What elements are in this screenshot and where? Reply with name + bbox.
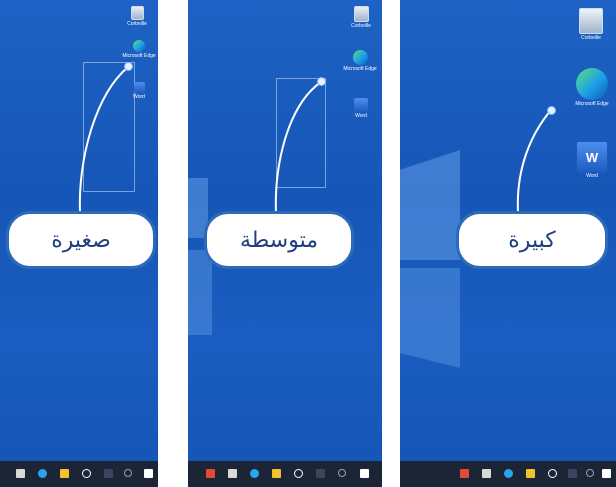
desktop-icon-word[interactable]: Word <box>128 82 150 100</box>
desktop-icon-label: Microsoft Edge <box>575 101 609 107</box>
cortana-icon[interactable] <box>294 469 303 478</box>
desktop-icon-edge[interactable]: Microsoft Edge <box>122 40 156 59</box>
size-callout-large: كبيرة <box>456 211 608 269</box>
desktop-panel-large: Corbeille Microsoft Edge W Word كبيرة <box>400 0 616 487</box>
desktop-icon-recycle-bin[interactable]: Corbeille <box>568 8 614 41</box>
leader-dot <box>547 106 556 115</box>
edge-icon <box>576 68 608 100</box>
windows-light-shape <box>400 150 460 260</box>
windows-light-shape <box>188 250 212 335</box>
start-icon[interactable] <box>360 469 369 478</box>
recycle-bin-icon <box>579 8 603 34</box>
recycle-bin-icon <box>130 6 144 20</box>
edge-icon[interactable] <box>504 469 513 478</box>
file-explorer-icon[interactable] <box>60 469 69 478</box>
file-explorer-icon[interactable] <box>272 469 281 478</box>
taskbar <box>188 461 382 487</box>
desktop-icon-label: Word <box>586 173 598 179</box>
task-view-icon[interactable] <box>316 469 325 478</box>
windows-light-shape <box>400 268 460 368</box>
start-icon[interactable] <box>602 469 611 478</box>
recycle-bin-icon <box>353 6 369 22</box>
desktop-icon-label: Corbeille <box>581 35 601 41</box>
desktop-icon-recycle-bin[interactable]: Corbeille <box>344 6 378 29</box>
desktop-icon-word[interactable]: W Word <box>572 142 612 179</box>
size-callout-small: صغيرة <box>6 211 156 269</box>
leader-dot <box>124 62 133 71</box>
taskbar <box>0 461 158 487</box>
office-icon[interactable] <box>206 469 215 478</box>
file-explorer-icon[interactable] <box>526 469 535 478</box>
search-icon[interactable] <box>124 469 132 477</box>
desktop-icon-label: Corbeille <box>127 21 147 27</box>
edge-icon <box>352 50 368 65</box>
task-view-icon[interactable] <box>568 469 577 478</box>
desktop-icon-label: Microsoft Edge <box>343 66 377 72</box>
cortana-icon[interactable] <box>548 469 557 478</box>
taskbar <box>400 461 616 487</box>
desktop-panel-medium: Corbeille Microsoft Edge Word متوسطة <box>188 0 382 487</box>
comparison-stage: Corbeille Microsoft Edge Word صغيرة Corb… <box>0 0 616 487</box>
store-icon[interactable] <box>228 469 237 478</box>
search-icon[interactable] <box>586 469 594 477</box>
word-icon <box>354 98 368 112</box>
desktop-icon-recycle-bin[interactable]: Corbeille <box>124 6 150 27</box>
office-icon[interactable] <box>460 469 469 478</box>
size-label: صغيرة <box>51 227 111 253</box>
desktop-icon-label: Word <box>355 113 367 119</box>
selection-rectangle <box>276 78 326 188</box>
store-icon[interactable] <box>482 469 491 478</box>
store-icon[interactable] <box>16 469 25 478</box>
size-callout-medium: متوسطة <box>204 211 354 269</box>
edge-icon <box>133 40 145 52</box>
cortana-icon[interactable] <box>82 469 91 478</box>
edge-icon[interactable] <box>38 469 47 478</box>
size-label: كبيرة <box>508 227 556 253</box>
word-icon <box>133 82 145 93</box>
edge-icon[interactable] <box>250 469 259 478</box>
desktop-panel-small: Corbeille Microsoft Edge Word صغيرة <box>0 0 158 487</box>
desktop-icon-label: Microsoft Edge <box>122 53 156 59</box>
desktop-icon-label: Word <box>133 94 145 100</box>
desktop-icon-edge[interactable]: Microsoft Edge <box>342 50 378 72</box>
task-view-icon[interactable] <box>104 469 113 478</box>
word-icon: W <box>577 142 607 172</box>
size-label: متوسطة <box>239 227 319 253</box>
desktop-icon-word[interactable]: Word <box>348 98 374 119</box>
desktop-icon-edge[interactable]: Microsoft Edge <box>568 68 616 107</box>
leader-dot <box>317 77 326 86</box>
desktop-icon-label: Corbeille <box>351 23 371 29</box>
search-icon[interactable] <box>338 469 346 477</box>
start-icon[interactable] <box>144 469 153 478</box>
